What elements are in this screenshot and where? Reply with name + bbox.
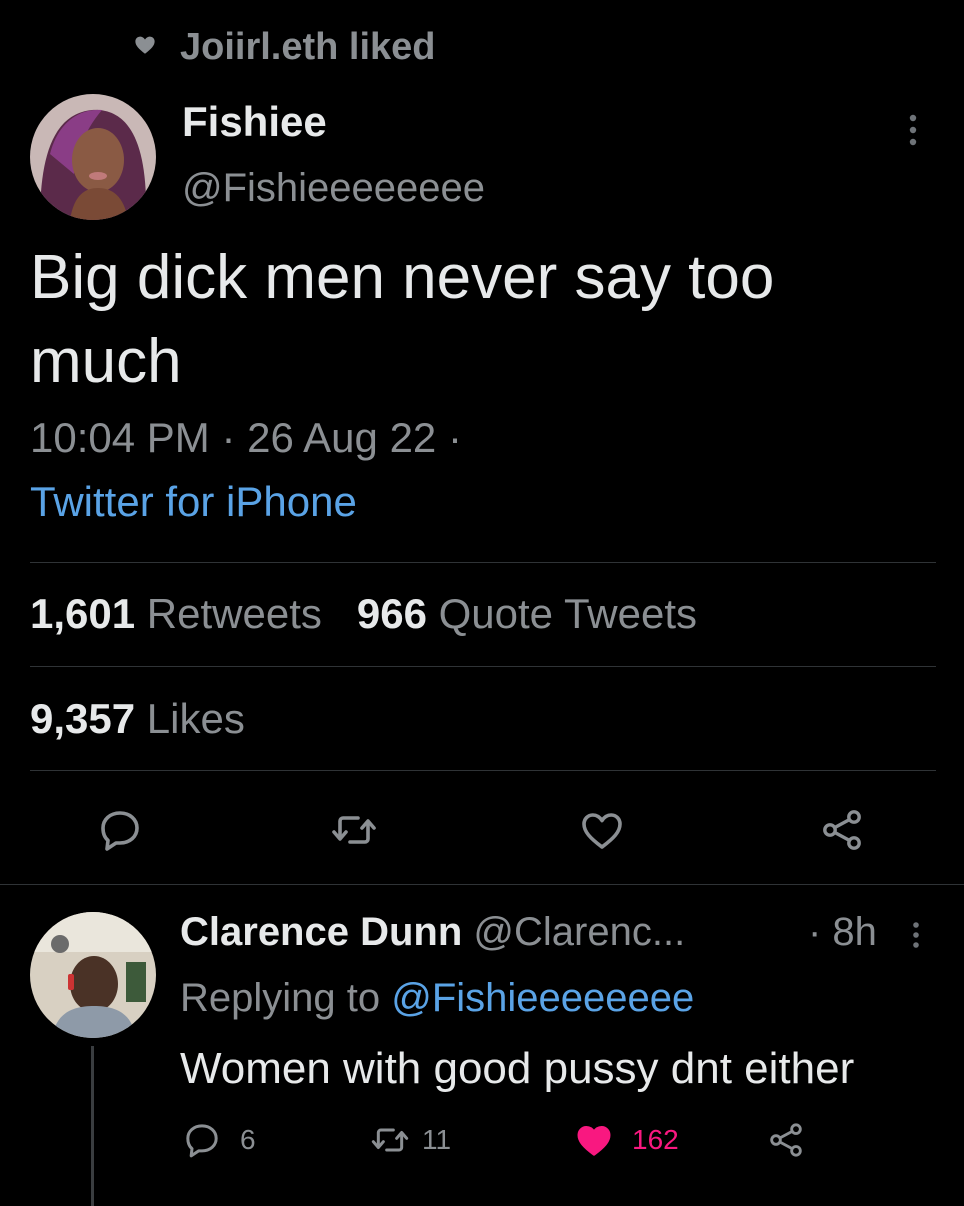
- more-options-icon[interactable]: [898, 110, 928, 150]
- divider: [30, 770, 936, 771]
- like-icon[interactable]: [574, 1120, 614, 1160]
- divider: [30, 666, 936, 667]
- divider: [0, 884, 964, 885]
- engagement-stats: 1,601 Retweets 966 Quote Tweets: [30, 590, 697, 638]
- replying-to-handle[interactable]: @Fishieeeeeeee: [391, 976, 694, 1020]
- like-count: 162: [632, 1124, 679, 1155]
- heart-icon: [135, 36, 155, 54]
- reply-author-avatar[interactable]: [30, 912, 156, 1038]
- reply-timestamp[interactable]: · 8h: [808, 910, 877, 955]
- replying-to: Replying to @Fishieeeeeeee: [180, 976, 694, 1021]
- quote-tweets-label[interactable]: Quote Tweets: [439, 590, 697, 637]
- author-avatar[interactable]: [30, 94, 156, 220]
- replying-to-label: Replying to: [180, 976, 381, 1020]
- tweet-text: Big dick men never say too much: [30, 243, 775, 396]
- divider: [30, 562, 936, 563]
- share-icon[interactable]: [818, 806, 866, 854]
- quote-tweets-count[interactable]: 966: [357, 590, 427, 637]
- reply-icon[interactable]: [182, 1120, 222, 1160]
- social-context-text[interactable]: Joiirl.eth liked: [180, 26, 436, 69]
- reply-count: 6: [240, 1124, 256, 1155]
- reply-author-handle[interactable]: @Clarenc...: [473, 910, 685, 954]
- likes-stat: 9,357 Likes: [30, 695, 245, 743]
- tweet-timestamp[interactable]: 10:04 PM · 26 Aug 22 ·: [30, 414, 462, 462]
- author-handle[interactable]: @Fishieeeeeeee: [182, 166, 485, 211]
- likes-label[interactable]: Likes: [147, 695, 245, 742]
- more-options-icon[interactable]: [904, 918, 928, 952]
- reply-author-name[interactable]: Clarence Dunn: [180, 910, 462, 954]
- author-name[interactable]: Fishiee: [182, 98, 327, 146]
- share-icon[interactable]: [766, 1120, 806, 1160]
- retweet-count: 11: [422, 1124, 452, 1155]
- thread-line: [91, 1046, 94, 1206]
- retweets-count[interactable]: 1,601: [30, 590, 135, 637]
- retweet-icon[interactable]: [370, 1120, 410, 1160]
- like-icon[interactable]: [578, 806, 626, 854]
- likes-count[interactable]: 9,357: [30, 695, 135, 742]
- reply-text: Women with good pussy dnt either: [180, 1044, 855, 1093]
- reply-header: Clarence Dunn @Clarenc...: [180, 910, 685, 955]
- tweet-client-link[interactable]: Twitter for iPhone: [30, 478, 357, 526]
- reply-icon[interactable]: [96, 806, 144, 854]
- retweets-label[interactable]: Retweets: [147, 590, 322, 637]
- retweet-icon[interactable]: [330, 806, 378, 854]
